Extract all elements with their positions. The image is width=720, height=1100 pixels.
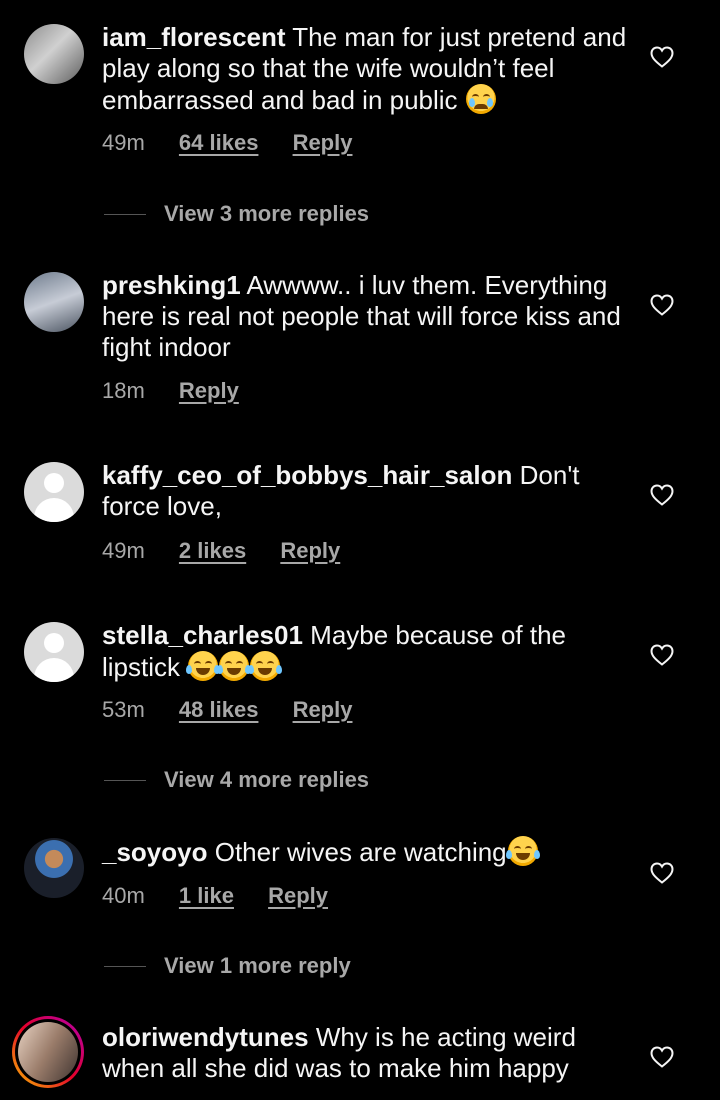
divider xyxy=(104,779,146,781)
comment-time: 40m xyxy=(102,883,145,908)
comment-username[interactable]: kaffy_ceo_of_bobbys_hair_salon xyxy=(102,460,512,490)
comment-username[interactable]: _soyoyo xyxy=(102,837,208,867)
comment-username[interactable]: preshking1 xyxy=(102,270,241,300)
view-more-replies[interactable]: View 3 more replies xyxy=(104,200,369,227)
view-more-replies[interactable]: View 1 more reply xyxy=(104,952,351,979)
avatar[interactable] xyxy=(24,462,84,522)
comment-username[interactable]: oloriwendytunes xyxy=(102,1022,309,1052)
likes-count[interactable]: 64 likes xyxy=(179,130,259,155)
comment-meta: 18m Reply xyxy=(102,378,267,404)
heart-icon[interactable] xyxy=(650,484,674,506)
avatar[interactable] xyxy=(24,622,84,682)
heart-icon[interactable] xyxy=(650,644,674,666)
heart-icon[interactable] xyxy=(650,862,674,884)
tears-of-joy-emoji-icon xyxy=(217,651,252,681)
comment-body: Other wives are watching xyxy=(214,837,507,867)
avatar-story-ring[interactable] xyxy=(12,1016,84,1088)
avatar[interactable] xyxy=(24,838,84,898)
reply-button[interactable]: Reply xyxy=(179,378,239,403)
comment-meta: 49m 64 likes Reply xyxy=(102,130,380,156)
comment-text: _soyoyo Other wives are watching xyxy=(102,836,642,868)
comment-text: stella_charles01 Maybe because of the li… xyxy=(102,620,642,683)
heart-icon[interactable] xyxy=(650,46,674,68)
heart-icon[interactable] xyxy=(650,294,674,316)
tears-of-joy-emoji-icon xyxy=(248,651,283,681)
comment-text: iam_florescent The man for just pretend … xyxy=(102,22,642,116)
reply-button[interactable]: Reply xyxy=(280,538,340,563)
reply-button[interactable]: Reply xyxy=(293,130,353,155)
comment-text: preshking1 Awwww.. i luv them. Everythin… xyxy=(102,270,642,363)
reply-button[interactable]: Reply xyxy=(268,883,328,908)
comment-text: oloriwendytunes Why is he acting weird w… xyxy=(102,1022,642,1084)
comment-time: 18m xyxy=(102,378,145,403)
comment-time: 49m xyxy=(102,538,145,563)
avatar[interactable] xyxy=(24,272,84,332)
view-more-replies[interactable]: View 4 more replies xyxy=(104,766,369,793)
comment-meta: 53m 48 likes Reply xyxy=(102,697,380,723)
tears-of-joy-emoji-icon xyxy=(505,836,540,866)
comment-meta: 49m 2 likes Reply xyxy=(102,538,368,564)
likes-count[interactable]: 1 like xyxy=(179,883,234,908)
heart-icon[interactable] xyxy=(650,1046,674,1068)
likes-count[interactable]: 2 likes xyxy=(179,538,246,563)
divider xyxy=(104,213,146,215)
comment-time: 53m xyxy=(102,697,145,722)
tears-of-joy-emoji-icon xyxy=(186,651,221,681)
crying-face-emoji-icon xyxy=(465,84,496,114)
reply-button[interactable]: Reply xyxy=(293,697,353,722)
avatar[interactable] xyxy=(24,24,84,84)
comment-time: 49m xyxy=(102,130,145,155)
comment-meta: 40m 1 like Reply xyxy=(102,883,356,909)
likes-count[interactable]: 48 likes xyxy=(179,697,259,722)
comment-username[interactable]: iam_florescent xyxy=(102,22,286,52)
divider xyxy=(104,965,146,967)
comment-text: kaffy_ceo_of_bobbys_hair_salon Don't for… xyxy=(102,460,642,522)
comment-username[interactable]: stella_charles01 xyxy=(102,620,303,650)
